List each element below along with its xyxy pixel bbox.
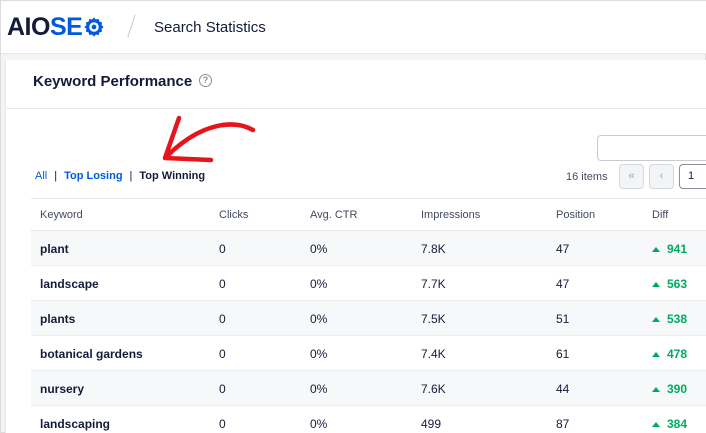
up-triangle-icon (652, 281, 660, 287)
items-count: 16 items (566, 171, 608, 183)
impressions-cell: 7.8K (421, 242, 446, 256)
clicks-cell: 0 (219, 277, 226, 291)
clicks-cell: 0 (219, 382, 226, 396)
keyword-table: Keyword Clicks Avg. CTR Impressions Posi… (31, 198, 706, 431)
column-header-ctr[interactable]: Avg. CTR (310, 209, 357, 221)
diff-value: 478 (667, 347, 688, 361)
table-row[interactable]: landscape 0 0% 7.7K 47 563 (31, 266, 706, 301)
diff-cell: 538 (652, 312, 687, 326)
up-triangle-icon (652, 246, 660, 252)
table-row[interactable]: plants 0 0% 7.5K 51 538 (31, 301, 706, 336)
position-cell: 61 (556, 347, 570, 361)
diff-value: 384 (667, 417, 688, 431)
table-row[interactable]: botanical gardens 0 0% 7.4K 61 478 (31, 336, 706, 371)
filter-top-winning-link[interactable]: Top Winning (139, 170, 205, 182)
up-triangle-icon (652, 351, 660, 357)
keyword-cell[interactable]: nursery (40, 382, 84, 396)
top-bar: AIO SE Search Statistics (1, 1, 706, 54)
table-header: Keyword Clicks Avg. CTR Impressions Posi… (31, 199, 706, 231)
ctr-cell: 0% (310, 277, 328, 291)
position-cell: 87 (556, 417, 570, 431)
help-icon[interactable]: ? (199, 74, 212, 87)
filter-all-link[interactable]: All (35, 170, 47, 182)
up-triangle-icon (652, 316, 660, 322)
keyword-cell[interactable]: botanical gardens (40, 347, 143, 361)
column-header-position[interactable]: Position (556, 209, 595, 221)
diff-value: 538 (667, 312, 688, 326)
ctr-cell: 0% (310, 312, 328, 326)
table-row[interactable]: plant 0 0% 7.8K 47 941 (31, 231, 706, 266)
filter-top-losing-link[interactable]: Top Losing (64, 170, 122, 182)
page-title: Search Statistics (154, 19, 266, 36)
column-header-diff[interactable]: Diff (652, 209, 668, 221)
logo-gear-icon (84, 17, 104, 37)
impressions-cell: 7.6K (421, 382, 446, 396)
clicks-cell: 0 (219, 242, 226, 256)
diff-value: 941 (667, 242, 688, 256)
column-header-clicks[interactable]: Clicks (219, 209, 248, 221)
keyword-cell[interactable]: landscaping (40, 417, 110, 431)
ctr-cell: 0% (310, 242, 328, 256)
keyword-filters: All | Top Losing | Top Winning (35, 170, 205, 182)
keyword-cell[interactable]: plants (40, 312, 75, 326)
search-input[interactable] (597, 135, 706, 161)
position-cell: 47 (556, 277, 570, 291)
up-triangle-icon (652, 386, 660, 392)
annotation-arrow-icon (162, 115, 256, 163)
ctr-cell: 0% (310, 417, 328, 431)
position-cell: 44 (556, 382, 570, 396)
clicks-cell: 0 (219, 417, 226, 431)
diff-cell: 941 (652, 242, 687, 256)
column-header-keyword[interactable]: Keyword (40, 209, 83, 221)
filter-separator: | (129, 170, 133, 182)
card-header: Keyword Performance ? (6, 60, 706, 109)
app-frame: AIO SE Search Statistics Keyword Perform… (0, 0, 706, 433)
impressions-cell: 7.4K (421, 347, 446, 361)
prev-page-button[interactable]: ‹ (649, 164, 674, 189)
diff-cell: 390 (652, 382, 687, 396)
header-divider (127, 14, 136, 38)
impressions-cell: 7.5K (421, 312, 446, 326)
impressions-cell: 499 (421, 417, 442, 431)
filter-separator: | (54, 170, 58, 182)
table-row[interactable]: landscaping 0 0% 499 87 384 (31, 406, 706, 433)
page-number-input[interactable]: 1 (679, 164, 706, 189)
first-page-button[interactable]: « (619, 164, 644, 189)
diff-cell: 384 (652, 417, 687, 431)
up-triangle-icon (652, 421, 660, 427)
table-row[interactable]: nursery 0 0% 7.6K 44 390 (31, 371, 706, 406)
column-header-impressions[interactable]: Impressions (421, 209, 480, 221)
keyword-cell[interactable]: plant (40, 242, 69, 256)
logo-seo-letters: SE (49, 12, 83, 41)
position-cell: 51 (556, 312, 570, 326)
diff-cell: 478 (652, 347, 687, 361)
logo-aio-text: AIO (7, 12, 50, 41)
diff-value: 563 (667, 277, 688, 291)
diff-value: 390 (667, 382, 688, 396)
diff-cell: 563 (652, 277, 687, 291)
ctr-cell: 0% (310, 382, 328, 396)
position-cell: 47 (556, 242, 570, 256)
ctr-cell: 0% (310, 347, 328, 361)
impressions-cell: 7.7K (421, 277, 446, 291)
keyword-cell[interactable]: landscape (40, 277, 99, 291)
logo-seo-text: SE (50, 13, 105, 42)
clicks-cell: 0 (219, 347, 226, 361)
clicks-cell: 0 (219, 312, 226, 326)
card-title: Keyword Performance (33, 73, 193, 90)
aioseo-logo[interactable]: AIO SE (7, 13, 105, 41)
